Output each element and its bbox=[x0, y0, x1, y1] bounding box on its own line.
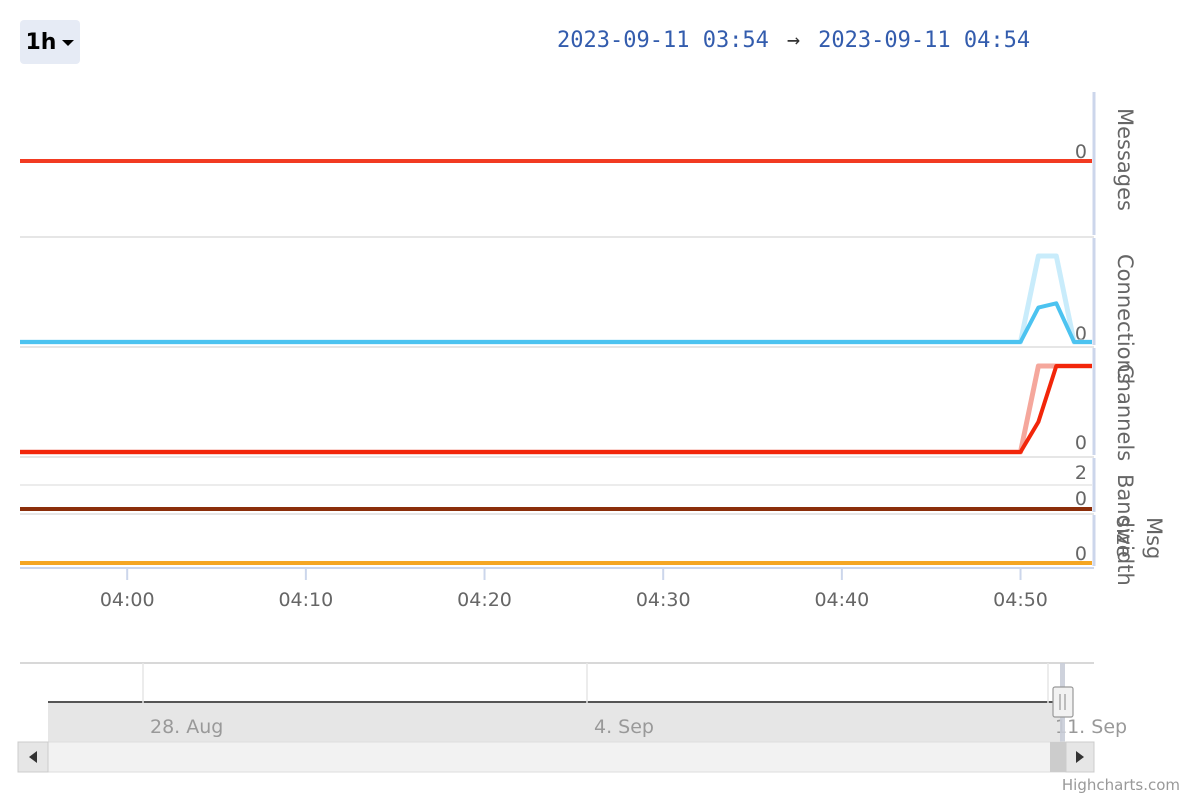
x-tick-label: 04:00 bbox=[100, 589, 155, 611]
navigator-tick-label: 28. Aug bbox=[150, 716, 223, 738]
x-tick-label: 04:20 bbox=[457, 589, 512, 611]
scrollbar-track[interactable] bbox=[17, 741, 1095, 773]
series-line[interactable] bbox=[20, 301, 1092, 344]
series-line[interactable] bbox=[20, 364, 1092, 454]
y-tick-label: 0 bbox=[1075, 488, 1087, 510]
x-tick-label: 04:10 bbox=[278, 589, 333, 611]
scrollbar-thumb[interactable] bbox=[1050, 742, 1066, 772]
x-tick-label: 04:30 bbox=[636, 589, 691, 611]
y-axis-title: Msgsize bbox=[1112, 517, 1166, 559]
navigator-tick-label: 4. Sep bbox=[594, 716, 654, 738]
stock-chart[interactable]: 0 Messages0 Connections0 Channels20 Bandwidt… bbox=[0, 0, 1200, 800]
credits-text[interactable]: Highcharts.com bbox=[1062, 776, 1180, 794]
pane-5: 0 Msgsize bbox=[20, 513, 1166, 566]
pane-3: 0 Channels bbox=[20, 346, 1137, 461]
y-axis-title: Messages bbox=[1113, 108, 1137, 211]
x-tick-label: 04:40 bbox=[814, 589, 869, 611]
navigator-tick-label: 11. Sep bbox=[1055, 716, 1127, 738]
navigator-handle[interactable] bbox=[1052, 686, 1074, 718]
pane-2: 0 Connections bbox=[20, 236, 1137, 384]
pane-1: 0 Messages bbox=[20, 92, 1137, 235]
scrollbar[interactable] bbox=[17, 741, 1095, 773]
x-tick-label: 04:50 bbox=[993, 589, 1048, 611]
series-line[interactable] bbox=[20, 363, 1092, 455]
series-line[interactable] bbox=[20, 253, 1092, 345]
y-axis-title: Channels bbox=[1113, 364, 1137, 461]
pane-4: 20 Bandwidth bbox=[20, 456, 1137, 586]
x-axis: 04:00 04:10 04:20 04:30 04:40 04:50 bbox=[20, 567, 1094, 611]
y-tick-label: 2 bbox=[1075, 462, 1087, 484]
y-tick-label: 0 bbox=[1075, 432, 1087, 454]
navigator: 28. Aug 4. Sep 11. Sep bbox=[17, 662, 1127, 773]
chart-panes: 0 Messages0 Connections0 Channels20 Bandwidt… bbox=[20, 92, 1166, 586]
